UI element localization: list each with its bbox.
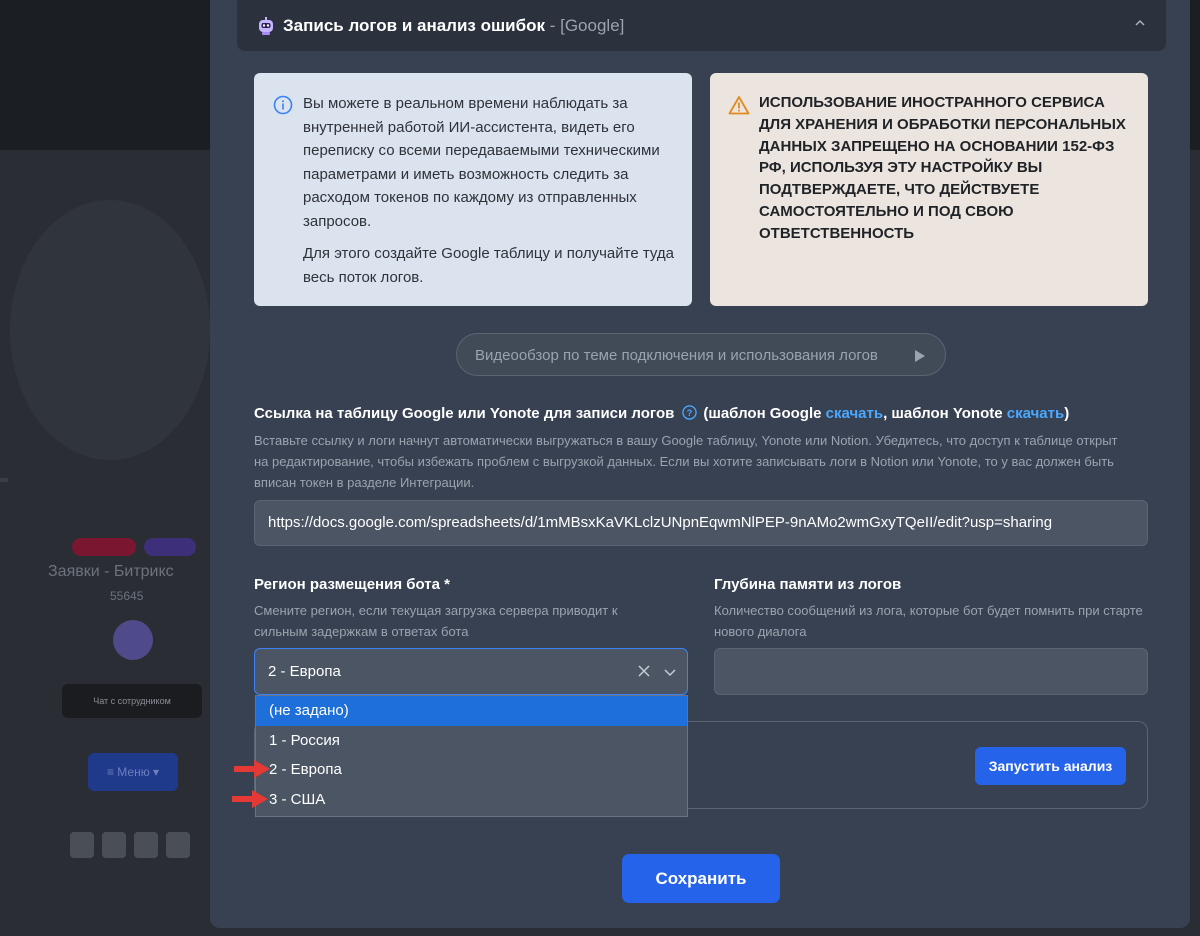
accordion-title: Запись логов и анализ ошибок - [Google]: [283, 16, 625, 35]
log-link-description: Вставьте ссылку и логи начнут автоматиче…: [254, 433, 1118, 490]
background-tag: [0, 478, 8, 482]
video-review-button[interactable]: Видеообзор по теме подключения и использ…: [456, 333, 946, 376]
background-menu-button: ≡ Меню ▾: [88, 753, 178, 791]
background-badge-purple: [144, 538, 196, 556]
log-link-input[interactable]: https://docs.google.com/spreadsheets/d/1…: [254, 500, 1148, 546]
annotation-arrow-icon: [234, 760, 270, 778]
region-option[interactable]: 1 - Россия: [256, 726, 687, 756]
region-selected-value: 2 - Европа: [268, 663, 341, 680]
background-bot-id: 55645: [110, 589, 144, 603]
google-template-download-link[interactable]: скачать: [826, 405, 883, 422]
warning-icon: [728, 96, 750, 115]
save-button[interactable]: Сохранить: [622, 854, 780, 903]
info-paragraph: Вы можете в реальном времени наблюдать з…: [303, 95, 660, 230]
region-option[interactable]: 2 - Европа: [256, 755, 687, 785]
region-label: Регион размещения бота *: [254, 576, 450, 593]
region-option[interactable]: (не задано): [256, 696, 687, 726]
background-avatar-shape: [10, 200, 210, 460]
region-dropdown-list: (не задано) 1 - Россия 2 - Европа 3 - СШ…: [255, 695, 688, 817]
memory-depth-input[interactable]: [714, 648, 1148, 695]
background-icons: [70, 832, 200, 860]
background-bot-logo: [113, 620, 153, 660]
annotation-arrow-icon: [232, 790, 268, 808]
background-badge-red: [72, 538, 136, 556]
help-icon[interactable]: ?: [682, 405, 698, 420]
info-paragraph: Для этого создайте Google таблицу и полу…: [303, 245, 675, 286]
accordion-header[interactable]: Запись логов и анализ ошибок - [Google]: [237, 0, 1166, 51]
background-chat-button: Чат с сотрудником: [62, 684, 202, 718]
memory-depth-description: Количество сообщений из лога, которые бо…: [714, 603, 1143, 639]
chevron-up-icon[interactable]: [1132, 15, 1148, 31]
region-option[interactable]: 3 - США: [256, 785, 687, 815]
accordion-tag: - [Google]: [545, 16, 625, 35]
robot-icon: [259, 17, 273, 35]
chevron-down-icon[interactable]: [663, 665, 677, 679]
info-icon: [273, 95, 293, 115]
clear-icon[interactable]: [637, 664, 651, 678]
log-link-label: Ссылка на таблицу Google или Yonote для …: [254, 405, 1070, 422]
svg-text:?: ?: [687, 408, 693, 418]
settings-modal: Запись логов и анализ ошибок - [Google] …: [210, 0, 1190, 928]
run-analysis-button[interactable]: Запустить анализ: [975, 747, 1126, 785]
play-icon: [915, 350, 925, 362]
region-select[interactable]: 2 - Европа: [254, 648, 688, 695]
memory-depth-label: Глубина памяти из логов: [714, 576, 902, 593]
warning-box: ИСПОЛЬЗОВАНИЕ ИНОСТРАННОГО СЕРВИСА ДЛЯ Х…: [710, 73, 1148, 306]
background-bot-title: Заявки - Битрикс: [48, 563, 174, 580]
yonote-template-download-link[interactable]: скачать: [1007, 405, 1064, 422]
region-description: Смените регион, если текущая загрузка се…: [254, 603, 618, 639]
info-box: Вы можете в реальном времени наблюдать з…: [254, 73, 692, 306]
warning-text: ИСПОЛЬЗОВАНИЕ ИНОСТРАННОГО СЕРВИСА ДЛЯ Х…: [759, 94, 1126, 242]
video-review-label: Видеообзор по теме подключения и использ…: [475, 347, 878, 364]
